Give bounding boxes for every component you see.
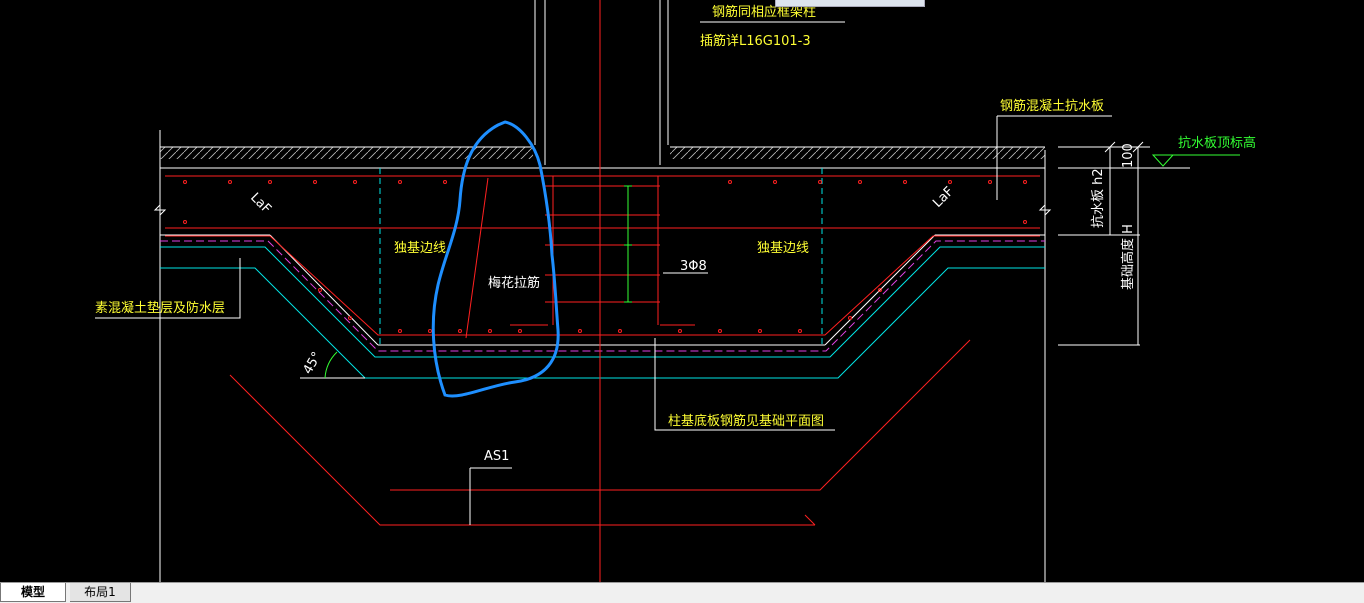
label-bottom-rebar: 柱基底板钢筋见基础平面图	[668, 413, 824, 429]
label-angle: 45°	[300, 350, 325, 377]
label-bedding: 素混凝土垫层及防水层	[95, 300, 225, 316]
ground-hatch	[159, 130, 1046, 582]
angle-arc	[324, 351, 338, 379]
floating-toolbar-fragment[interactable]	[775, 0, 925, 7]
label-antiwater-slab: 钢筋混凝土抗水板	[1000, 98, 1104, 114]
leader-lines	[95, 115, 1112, 525]
stirrup-dimension	[624, 185, 632, 303]
tab-model[interactable]: 模型	[0, 583, 66, 602]
rebar-lines	[165, 0, 1040, 582]
bedding-layer	[160, 168, 1045, 379]
label-dowel-ref: 插筋详L16G101-3	[700, 33, 811, 49]
elevation-symbol	[1151, 154, 1240, 167]
tab-layout1[interactable]: 布局1	[70, 583, 131, 602]
label-laf-left: LaF	[247, 190, 274, 217]
cad-drawing-canvas[interactable]: 钢筋同相应框架柱 插筋详L16G101-3 钢筋混凝土抗水板 抗水板顶标高 10…	[0, 0, 1364, 582]
label-found-height: 基础高度 H	[1120, 224, 1136, 290]
label-edge-line-right: 独基边线	[757, 241, 809, 256]
label-tie-bar: 梅花拉筋	[488, 275, 540, 291]
label-edge-line-left: 独基边线	[394, 241, 446, 256]
label-section: AS1	[484, 449, 509, 464]
hand-drawn-circle-annotation	[431, 120, 560, 398]
label-dim-100: 100	[1121, 143, 1136, 168]
column-outline	[534, 0, 845, 165]
slab-outline	[153, 167, 1052, 346]
label-antiwater-top: 抗水板顶标高	[1178, 135, 1256, 151]
label-laf-right: LaF	[930, 184, 957, 211]
rebar-dots	[183, 180, 1027, 333]
label-stirrup: 3Φ8	[680, 259, 707, 274]
label-thickness-h2: 抗水板 h2	[1091, 168, 1106, 228]
layout-tab-bar: 模型 布局1	[0, 582, 1364, 603]
foundation-section-drawing: 钢筋同相应框架柱 插筋详L16G101-3 钢筋混凝土抗水板 抗水板顶标高 10…	[95, 0, 1256, 582]
